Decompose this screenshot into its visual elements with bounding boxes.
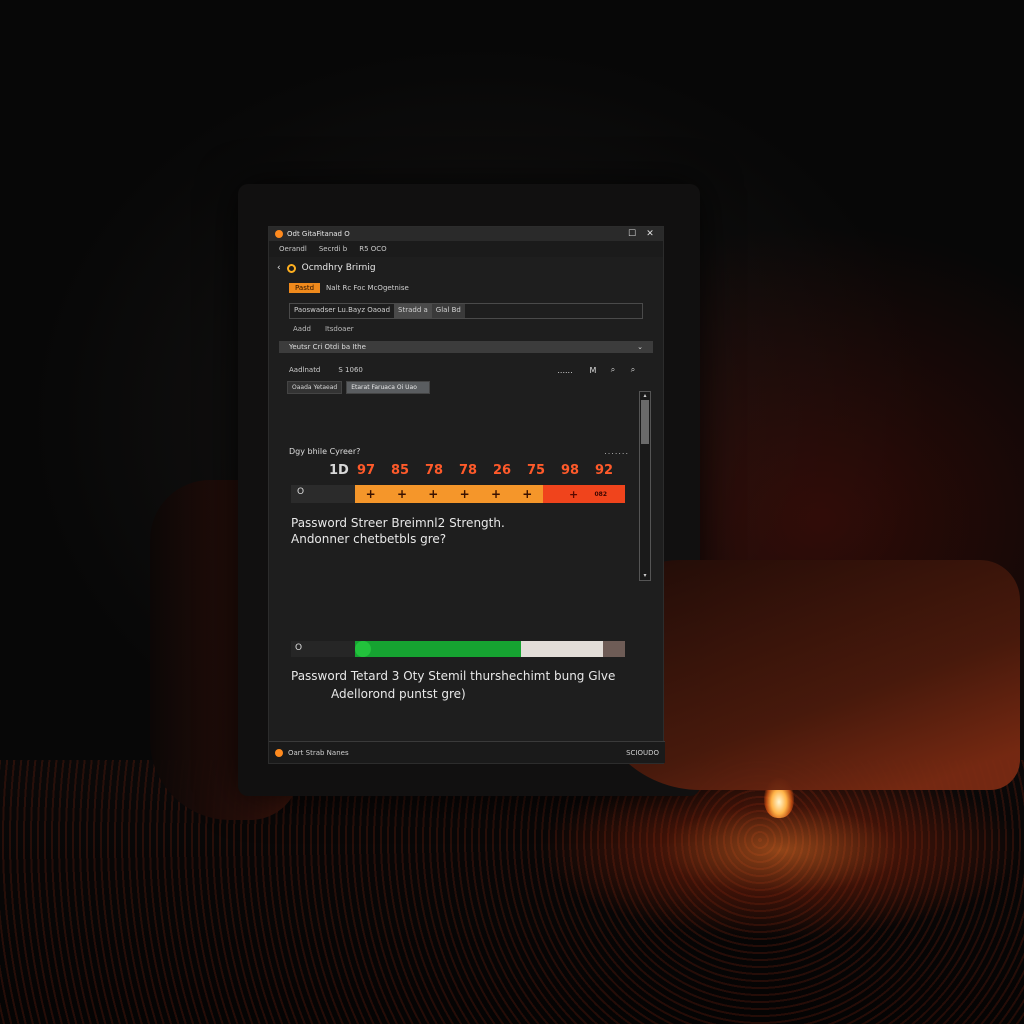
- strength-slider-knob[interactable]: [355, 641, 371, 657]
- strength-bar-2-zero: O: [295, 643, 303, 653]
- badge-row: Pastd Nalt Rc Foc McOgetnise: [269, 279, 663, 297]
- scroll-up-icon[interactable]: ▴: [640, 392, 650, 400]
- plus-icon: +: [396, 487, 408, 501]
- strength-number: 75: [527, 463, 546, 478]
- toolbar-m-button[interactable]: M: [583, 366, 603, 375]
- strength-number: 78: [425, 463, 444, 478]
- strength-end-segment: [603, 641, 625, 657]
- plus-icon: +: [490, 487, 501, 501]
- strength-more-dots[interactable]: .......: [604, 447, 629, 456]
- strength-caption-2-line2: Adellorond puntst gre): [331, 687, 466, 701]
- strength-number: 92: [595, 463, 614, 478]
- strength-caption-2-line1: Password Tetard 3 Oty Stemil thurshechim…: [291, 669, 616, 683]
- glowing-ground: [0, 760, 1024, 1024]
- dropdown-bar[interactable]: Yeutsr Cri Otdi ba Ithe ⌄: [279, 341, 653, 353]
- toolbar-mid-label: S 1060: [338, 366, 363, 374]
- tab-row: Aadd Itsdoaer: [269, 319, 663, 339]
- maximize-icon[interactable]: ☐: [625, 229, 639, 239]
- badge-text: Nalt Rc Foc McOgetnise: [326, 284, 409, 292]
- password-input-row[interactable]: Paoswadser Lu.Bayz Oaoad Stradd a Glal B…: [289, 303, 643, 319]
- strength-section-title: Dgy bhile Cyreer?: [289, 447, 361, 456]
- strength-caption-2: Password Tetard 3 Oty Stemil thurshechim…: [291, 667, 615, 703]
- toolbar: Aadlnatd S 1060 ...... M ⌕ ⌕: [269, 355, 663, 375]
- scrollbar[interactable]: ▴ ▾: [639, 391, 651, 581]
- strength-orange-segment: + + + + + +: [355, 485, 543, 503]
- dropdown-label: Yeutsr Cri Otdi ba Ithe: [289, 343, 366, 351]
- strength-number: 78: [459, 463, 478, 478]
- status-badge[interactable]: Pastd: [289, 283, 321, 293]
- strength-green-fill: [355, 641, 521, 657]
- strength-red-segment: + 082: [543, 485, 625, 503]
- strength-number: 1D: [329, 463, 349, 478]
- input-segment-3[interactable]: Glal Bd: [431, 304, 465, 318]
- search-icon-2[interactable]: ⌕: [623, 365, 643, 375]
- strength-caption-line2: Andonner chetbetbls gre?: [291, 532, 447, 546]
- strength-red-tag: 082: [594, 490, 607, 498]
- toolbar-left-label: Aadlnatd: [289, 366, 321, 374]
- more-dots-icon[interactable]: ......: [555, 366, 575, 375]
- close-icon[interactable]: ✕: [643, 229, 657, 239]
- strength-number: 85: [391, 463, 410, 478]
- scroll-thumb[interactable]: [641, 400, 649, 444]
- tab-1[interactable]: Aadd: [293, 325, 311, 333]
- app-icon: [275, 230, 283, 238]
- input-segment-1[interactable]: Paoswadser Lu.Bayz Oaoad: [290, 304, 394, 318]
- menu-item-2[interactable]: Secrdi b: [319, 245, 347, 253]
- footer-status-icon: [275, 748, 283, 757]
- input-segment-2[interactable]: Stradd a: [394, 304, 432, 318]
- nav-row: ‹ Ocmdhry Brirnig: [269, 257, 663, 279]
- action-button-1[interactable]: Oaada Yetaead: [287, 381, 343, 394]
- menu-item-1[interactable]: Oerandl: [279, 245, 307, 253]
- window-title: Odt GitaFitanad O: [287, 230, 350, 238]
- menu-bar: Oerandl Secrdi b R5 OCO: [269, 241, 663, 257]
- strength-numbers: 1D 97 85 78 78 26 75 98 92: [329, 463, 629, 478]
- plus-icon: +: [365, 487, 376, 501]
- strength-number: 97: [357, 463, 376, 478]
- app-window: Odt GitaFitanad O ☐ ✕ Oerandl Secrdi b R…: [268, 226, 665, 764]
- chevron-down-icon[interactable]: ⌄: [637, 343, 643, 351]
- password-strength-bar-2[interactable]: O: [291, 641, 625, 657]
- plus-icon: +: [459, 487, 470, 501]
- strength-remaining-segment: [521, 641, 603, 657]
- input-field[interactable]: [465, 304, 642, 318]
- action-button-2[interactable]: Etarat Faruaca Oi Uao: [346, 381, 431, 394]
- strength-bar-zero: O: [297, 487, 305, 497]
- back-icon[interactable]: ‹: [277, 263, 281, 273]
- plus-icon: +: [522, 487, 533, 501]
- title-bar: Odt GitaFitanad O ☐ ✕: [269, 227, 663, 241]
- scroll-down-icon[interactable]: ▾: [640, 572, 650, 580]
- status-footer: Oart Strab Nanes SCIOUDO: [269, 741, 665, 763]
- button-row: Oaada Yetaead Etarat Faruaca Oi Uao: [269, 375, 663, 400]
- menu-item-3[interactable]: R5 OCO: [359, 245, 386, 253]
- status-dot-icon: [286, 263, 296, 273]
- password-strength-bar[interactable]: O + + + + + + + 082: [291, 485, 625, 503]
- strength-caption: Password Streer Breimnl2 Strength. Andon…: [291, 515, 505, 547]
- page-title: Ocmdhry Brirnig: [301, 263, 376, 273]
- tab-2[interactable]: Itsdoaer: [325, 325, 354, 333]
- strength-caption-line1: Password Streer Breimnl2 Strength.: [291, 516, 505, 530]
- search-icon[interactable]: ⌕: [603, 365, 623, 375]
- plus-icon: +: [569, 487, 579, 501]
- footer-right-text: SCIOUDO: [626, 748, 659, 757]
- strength-number: 26: [493, 463, 512, 478]
- strength-number: 98: [561, 463, 580, 478]
- plus-icon: +: [428, 487, 439, 501]
- footer-left-text: Oart Strab Nanes: [288, 748, 349, 757]
